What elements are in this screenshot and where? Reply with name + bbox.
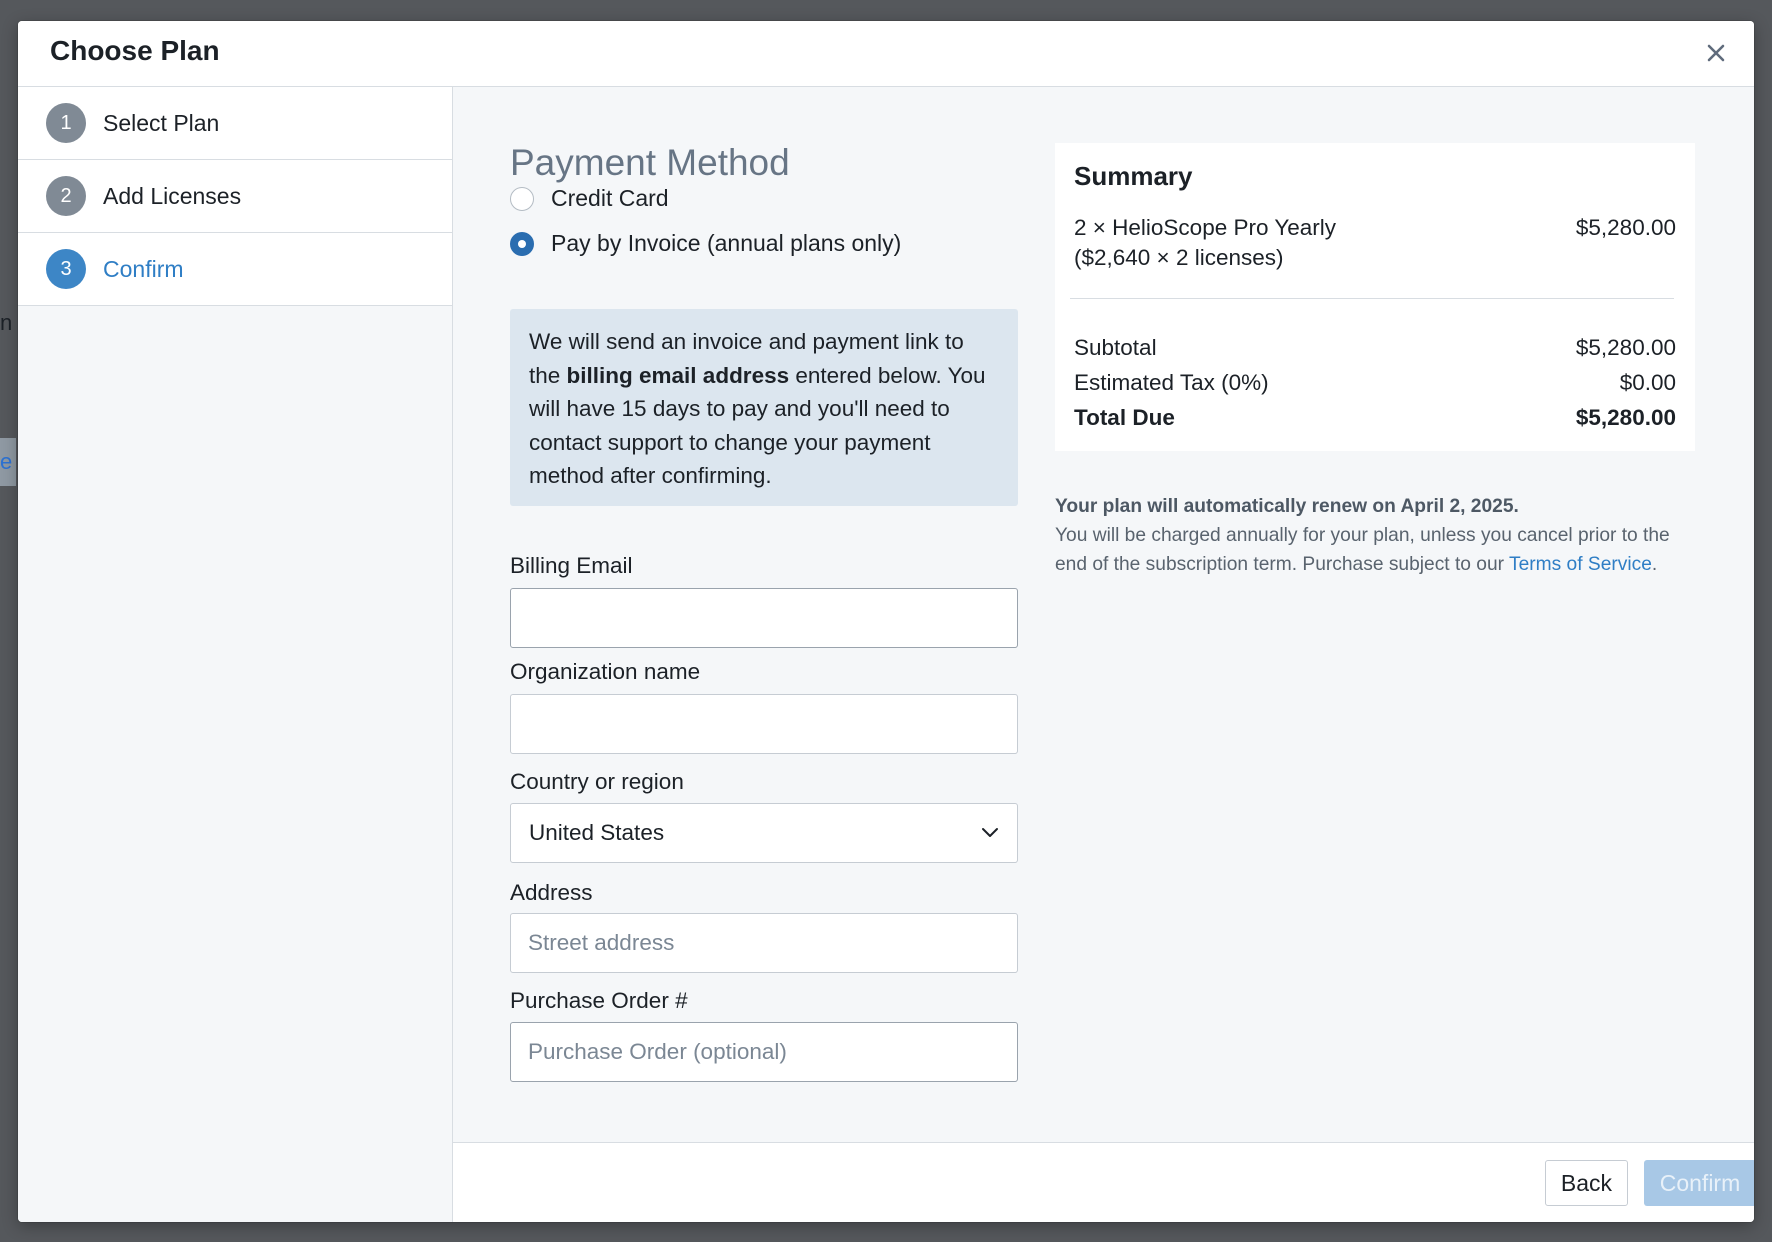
- subtotal-label: Subtotal: [1074, 335, 1157, 360]
- step-label: Confirm: [103, 255, 184, 282]
- organization-name-label: Organization name: [510, 659, 701, 684]
- address-label: Address: [510, 880, 593, 905]
- total-amount: $5,280.00: [1575, 405, 1676, 430]
- radio-label: Credit Card: [551, 185, 669, 211]
- invoice-info-callout: We will send an invoice and payment link…: [510, 309, 1018, 506]
- total-label: Total Due: [1074, 405, 1175, 430]
- dialog-header: Choose Plan: [18, 21, 1754, 87]
- tax-label: Estimated Tax (0%): [1074, 370, 1269, 395]
- payment-method-title: Payment Method: [510, 142, 790, 183]
- chevron-down-icon: [982, 828, 998, 837]
- country-select[interactable]: United States: [510, 803, 1018, 863]
- terms-of-service-link[interactable]: Terms of Service: [1509, 554, 1652, 575]
- order-summary-card: Summary 2 × HelioScope Pro Yearly $5,280…: [1055, 143, 1695, 451]
- callout-bold-text: billing email address: [566, 362, 790, 388]
- radio-button[interactable]: [510, 186, 534, 211]
- dialog-footer: Back Confirm: [453, 1142, 1754, 1222]
- step-number-badge: 3: [46, 249, 86, 289]
- radio-label: Pay by Invoice (annual plans only): [551, 230, 902, 256]
- street-address-input[interactable]: [510, 913, 1018, 973]
- step-number-badge: 1: [46, 103, 86, 143]
- billing-email-label: Billing Email: [510, 553, 633, 578]
- summary-item-label: 2 × HelioScope Pro Yearly: [1074, 215, 1337, 240]
- step-confirm[interactable]: 3 Confirm: [18, 233, 452, 306]
- tax-amount: $0.00: [1619, 370, 1676, 395]
- step-add-licenses[interactable]: 2 Add Licenses: [18, 160, 452, 233]
- purchase-order-label: Purchase Order #: [510, 988, 688, 1013]
- close-icon: [1707, 44, 1725, 62]
- step-label: Select Plan: [103, 109, 220, 136]
- country-selected-value: United States: [529, 820, 665, 845]
- back-button[interactable]: Back: [1545, 1160, 1628, 1206]
- steps-sidebar: 1 Select Plan 2 Add Licenses 3 Confirm: [18, 87, 453, 1222]
- radio-button[interactable]: [510, 231, 534, 256]
- radio-pay-by-invoice[interactable]: Pay by Invoice (annual plans only): [510, 230, 901, 257]
- summary-title: Summary: [1074, 161, 1193, 191]
- summary-subtotal-row: Subtotal $5,280.00: [1074, 335, 1676, 361]
- background-text-fragment: e: [0, 438, 16, 486]
- summary-item-amount: $5,280.00: [1575, 215, 1676, 240]
- background-text-fragment: n: [0, 310, 13, 335]
- renewal-end-text: .: [1651, 554, 1658, 575]
- country-label: Country or region: [510, 769, 684, 794]
- summary-divider: [1070, 298, 1674, 299]
- step-select-plan[interactable]: 1 Select Plan: [18, 87, 452, 160]
- summary-tax-row: Estimated Tax (0%) $0.00: [1074, 370, 1676, 396]
- summary-item-line: 2 × HelioScope Pro Yearly $5,280.00: [1074, 215, 1676, 241]
- choose-plan-dialog: Choose Plan 1 Select Plan 2 Add Licenses…: [18, 21, 1754, 1222]
- summary-item-detail: ($2,640 × 2 licenses): [1074, 245, 1284, 270]
- subtotal-amount: $5,280.00: [1575, 335, 1676, 360]
- renewal-terms-text: You will be charged annually for your pl…: [1055, 521, 1705, 579]
- renewal-date-text: Your plan will automatically renew on Ap…: [1055, 496, 1519, 517]
- close-button[interactable]: [1698, 35, 1734, 71]
- confirm-content: Payment Method Credit Card Pay by Invoic…: [453, 87, 1754, 1142]
- radio-credit-card[interactable]: Credit Card: [510, 185, 669, 212]
- purchase-order-input[interactable]: [510, 1022, 1018, 1082]
- billing-email-input[interactable]: [510, 588, 1018, 648]
- dialog-title: Choose Plan: [50, 35, 220, 66]
- step-label: Add Licenses: [103, 182, 242, 209]
- renewal-notice: Your plan will automatically renew on Ap…: [1055, 492, 1705, 579]
- step-number-badge: 2: [46, 176, 86, 216]
- summary-total-row: Total Due $5,280.00: [1074, 405, 1676, 431]
- organization-name-input[interactable]: [510, 694, 1018, 754]
- confirm-button[interactable]: Confirm: [1644, 1160, 1754, 1206]
